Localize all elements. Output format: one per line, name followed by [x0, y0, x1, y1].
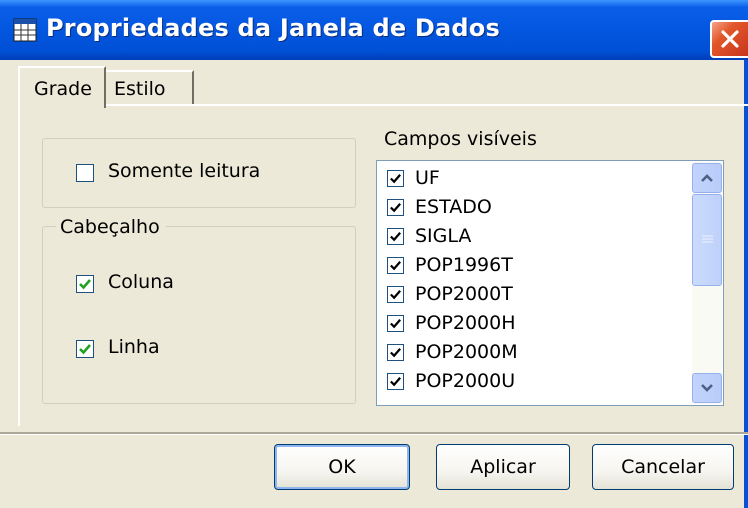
list-item-checkbox[interactable] [387, 199, 404, 216]
list-item-checkbox[interactable] [387, 315, 404, 332]
coluna-checkbox[interactable] [76, 275, 94, 293]
scroll-thumb[interactable] [692, 194, 722, 286]
dialog-window: Propriedades da Janela de Dados Estilo G… [0, 0, 748, 508]
campos-visiveis-label: Campos visíveis [384, 128, 537, 150]
list-item[interactable]: UF [383, 165, 683, 194]
list-item[interactable]: POP2000T [383, 281, 683, 310]
checkmark-icon [79, 344, 91, 355]
window-title: Propriedades da Janela de Dados [46, 14, 500, 42]
campos-listbox[interactable]: UF ESTADO SIGLA POP1996T POP2000T POP200… [376, 160, 724, 406]
list-item-label: ESTADO [415, 196, 492, 218]
aplicar-button[interactable]: Aplicar [436, 444, 570, 490]
list-item[interactable]: POP2000U [383, 368, 683, 397]
list-item[interactable]: ESTADO [383, 194, 683, 223]
cancelar-button[interactable]: Cancelar [592, 444, 734, 490]
scroll-up-button[interactable] [692, 163, 722, 193]
chevron-down-icon [701, 384, 713, 392]
checkmark-icon [79, 279, 91, 290]
readonly-checkbox[interactable] [76, 164, 94, 182]
table-window-icon [13, 18, 37, 42]
tab-grade-label: Grade [34, 78, 92, 100]
linha-label: Linha [108, 336, 160, 358]
list-item-label: SIGLA [415, 225, 472, 247]
grip-icon [702, 235, 713, 243]
list-item-checkbox[interactable] [387, 373, 404, 390]
list-scrollbar[interactable] [692, 162, 722, 404]
list-item-checkbox[interactable] [387, 257, 404, 274]
list-item[interactable]: POP2000H [383, 310, 683, 339]
cabecalho-title: Cabeçalho [56, 216, 166, 238]
list-item-label: POP2000M [415, 341, 518, 363]
linha-checkbox[interactable] [76, 340, 94, 358]
ok-button[interactable]: OK [274, 444, 410, 490]
close-button[interactable] [710, 20, 748, 58]
list-item[interactable]: POP1996T [383, 252, 683, 281]
coluna-label: Coluna [108, 271, 174, 293]
list-item-label: POP2000H [415, 312, 516, 334]
list-item-label: UF [415, 167, 440, 189]
tab-estilo[interactable]: Estilo [106, 70, 194, 104]
readonly-label: Somente leitura [108, 160, 261, 182]
list-item[interactable]: POP2000M [383, 339, 683, 368]
cabecalho-group [42, 226, 356, 404]
list-item-checkbox[interactable] [387, 344, 404, 361]
divider [0, 432, 748, 435]
list-item-label: POP2000T [415, 283, 513, 305]
list-item-checkbox[interactable] [387, 170, 404, 187]
list-item-checkbox[interactable] [387, 286, 404, 303]
tab-grade[interactable]: Grade [18, 66, 106, 108]
list-item[interactable]: SIGLA [383, 223, 683, 252]
scroll-down-button[interactable] [692, 373, 722, 403]
chevron-up-icon [701, 174, 713, 182]
title-bar[interactable]: Propriedades da Janela de Dados [0, 0, 748, 60]
list-item-label: POP2000U [415, 370, 516, 392]
list-item-label: POP1996T [415, 254, 513, 276]
tab-estilo-label: Estilo [114, 78, 166, 100]
list-item-checkbox[interactable] [387, 228, 404, 245]
